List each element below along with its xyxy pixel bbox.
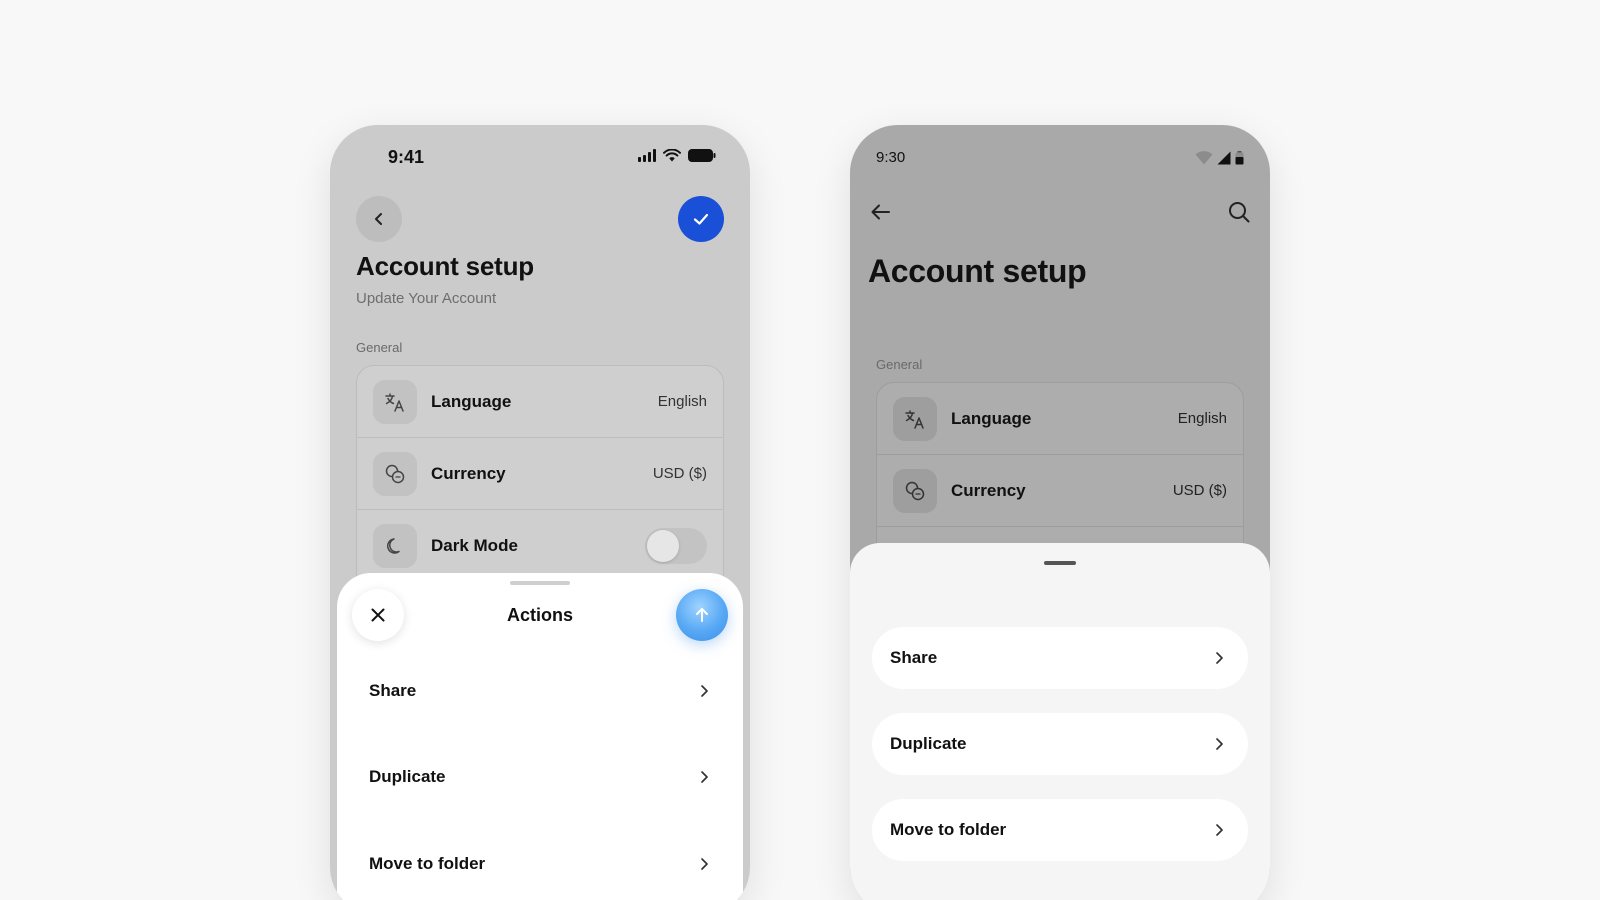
action-label: Share	[890, 648, 938, 667]
battery-icon	[688, 149, 716, 162]
chevron-right-icon	[701, 685, 708, 697]
action-label: Move to folder	[369, 854, 486, 873]
chevron-right-icon	[701, 771, 708, 783]
send-button[interactable]	[676, 589, 728, 641]
battery-icon	[1235, 151, 1244, 165]
moon-icon	[373, 524, 417, 568]
setting-value: English	[657, 393, 707, 410]
action-label: Duplicate	[369, 767, 446, 786]
dark-mode-toggle[interactable]	[645, 528, 707, 564]
translate-icon	[373, 379, 417, 424]
settings-row-dark-mode: Dark Mode	[357, 510, 723, 582]
sheet-drag-handle[interactable]	[1044, 561, 1076, 565]
page-subtitle: Update Your Account	[356, 290, 497, 307]
settings-row-currency[interactable]: Currency USD ($)	[357, 438, 723, 510]
back-button[interactable]	[356, 196, 402, 242]
action-label: Move to folder	[890, 820, 1007, 839]
cellular-signal-icon	[638, 149, 656, 162]
confirm-button[interactable]	[678, 196, 724, 242]
arrow-up-icon	[696, 608, 708, 622]
setting-value: USD ($)	[652, 465, 707, 482]
chevron-left-icon	[375, 213, 382, 225]
chevron-right-icon	[1216, 738, 1223, 750]
status-time: 9:41	[388, 147, 425, 167]
action-item-share[interactable]: Share	[369, 671, 711, 711]
setting-value: English	[1177, 410, 1227, 427]
page-title: Account setup	[356, 251, 534, 281]
chevron-right-icon	[1216, 824, 1223, 836]
actions-sheet: Share Duplicate Move to folder	[850, 543, 1270, 900]
wifi-icon	[663, 149, 681, 162]
action-item-share[interactable]: Share	[872, 627, 1248, 689]
setting-label: Currency	[431, 463, 506, 483]
status-time: 9:30	[876, 149, 906, 166]
android-phone-mockup: 9:30 Account setup General Language Engl…	[850, 125, 1270, 900]
coins-icon	[893, 468, 937, 513]
chevron-right-icon	[701, 858, 708, 870]
actions-sheet: Actions Share Duplicate Move to folder	[337, 573, 743, 900]
checkmark-icon	[693, 213, 709, 225]
toggle-knob	[647, 530, 679, 562]
action-label: Duplicate	[890, 734, 967, 753]
section-label-general: General	[876, 357, 923, 372]
setting-label: Language	[431, 391, 512, 411]
setting-label: Dark Mode	[431, 536, 518, 555]
chevron-right-icon	[1216, 652, 1223, 664]
action-item-move-to-folder[interactable]: Move to folder	[369, 844, 711, 884]
back-arrow-icon[interactable]	[868, 199, 894, 225]
setting-label: Currency	[951, 480, 1026, 500]
settings-row-language[interactable]: Language English	[877, 383, 1243, 455]
settings-card: Language English Currency USD ($) Dark M…	[356, 365, 724, 605]
page-title: Account setup	[868, 253, 1087, 289]
settings-row-currency[interactable]: Currency USD ($)	[877, 455, 1243, 527]
status-icons	[1195, 151, 1244, 165]
translate-icon	[893, 396, 937, 441]
coins-icon	[373, 451, 417, 496]
sheet-drag-handle[interactable]	[510, 581, 570, 585]
ios-phone-mockup: 9:41 Account setup Update Your Account G…	[330, 125, 750, 900]
action-item-duplicate[interactable]: Duplicate	[369, 757, 711, 797]
settings-row-language[interactable]: Language English	[357, 366, 723, 438]
status-icons	[638, 149, 716, 162]
action-label: Share	[369, 681, 417, 700]
wifi-icon	[1195, 151, 1213, 165]
action-item-move-to-folder[interactable]: Move to folder	[872, 799, 1248, 861]
action-item-duplicate[interactable]: Duplicate	[872, 713, 1248, 775]
cellular-signal-icon	[1217, 151, 1231, 165]
section-label-general: General	[356, 340, 403, 355]
setting-label: Language	[951, 408, 1032, 428]
setting-value: USD ($)	[1172, 482, 1227, 499]
search-icon[interactable]	[1226, 199, 1252, 225]
